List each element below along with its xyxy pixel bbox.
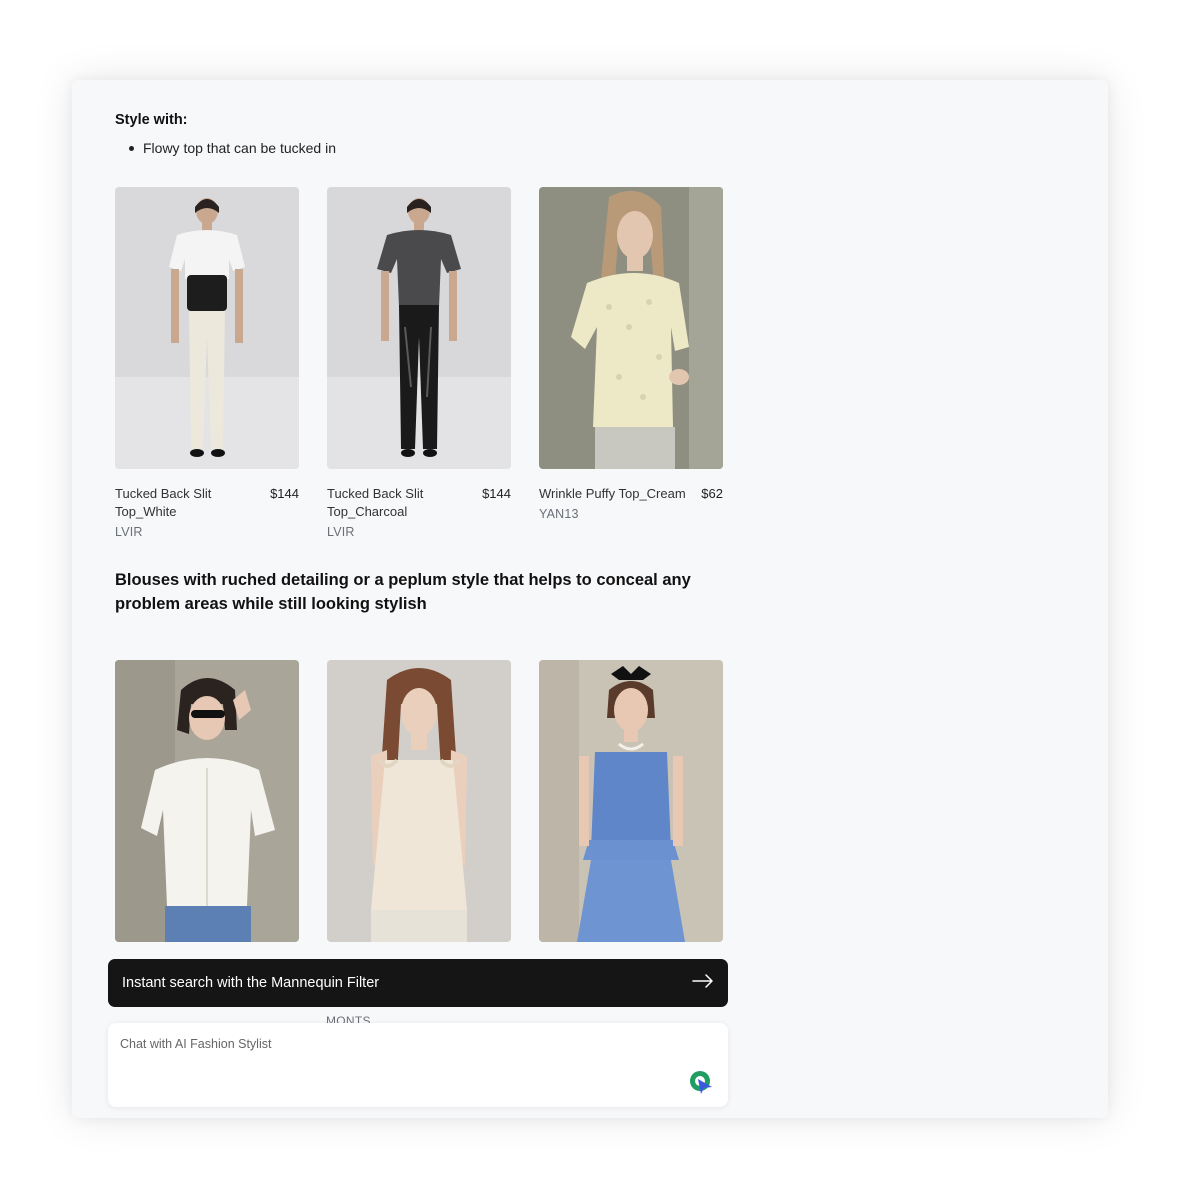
product-meta: Tucked Back Slit Top_White $144 [115, 485, 299, 521]
product-name[interactable]: Tucked Back Slit Top_White [115, 485, 237, 521]
product-image[interactable] [327, 187, 511, 469]
section-title: Blouses with ruched detailing or a peplu… [115, 571, 691, 613]
product-name[interactable]: Wrinkle Puffy Top_Cream [539, 485, 689, 503]
bullet-text: Flowy top that can be tucked in [143, 140, 336, 156]
product-price: $144 [482, 486, 511, 501]
arrow-right-icon [692, 973, 714, 993]
product-image[interactable] [539, 660, 723, 942]
product-card[interactable]: Wrinkle Puffy Top_Cream $62 YAN13 [539, 187, 723, 539]
product-card[interactable] [539, 660, 723, 942]
product-brand: LVIR [327, 525, 355, 539]
product-card[interactable] [327, 660, 511, 942]
mannequin-filter-label: Instant search with the Mannequin Filter [122, 975, 380, 991]
product-name[interactable]: Tucked Back Slit Top_Charcoal [327, 485, 449, 521]
product-price: $62 [701, 486, 723, 501]
chat-input[interactable] [118, 1036, 662, 1052]
style-with-heading: Style with: [115, 112, 188, 128]
product-card[interactable]: Tucked Back Slit Top_White $144 LVIR [115, 187, 299, 539]
bullet-dot [129, 146, 134, 151]
product-grid-2 [115, 660, 723, 942]
product-image[interactable] [115, 660, 299, 942]
product-image[interactable] [327, 660, 511, 942]
chat-input-box [108, 1023, 728, 1107]
product-grid-1: Tucked Back Slit Top_White $144 LVIR Tuc… [115, 187, 723, 539]
product-price: $144 [270, 486, 299, 501]
chat-response-card: Style with: Flowy top that can be tucked… [72, 80, 1108, 1118]
product-meta: Tucked Back Slit Top_Charcoal $144 [327, 485, 511, 521]
product-meta: Wrinkle Puffy Top_Cream $62 [539, 485, 723, 503]
mannequin-filter-button[interactable]: Instant search with the Mannequin Filter [108, 959, 728, 1007]
product-brand: LVIR [115, 525, 143, 539]
product-brand: YAN13 [539, 507, 579, 521]
style-bullets: Flowy top that can be tucked in [115, 138, 336, 158]
send-icon[interactable] [688, 1069, 714, 1095]
product-image[interactable] [539, 187, 723, 469]
bullet-item: Flowy top that can be tucked in [115, 138, 336, 158]
product-image[interactable] [115, 187, 299, 469]
product-card[interactable] [115, 660, 299, 942]
product-card[interactable]: Tucked Back Slit Top_Charcoal $144 LVIR [327, 187, 511, 539]
